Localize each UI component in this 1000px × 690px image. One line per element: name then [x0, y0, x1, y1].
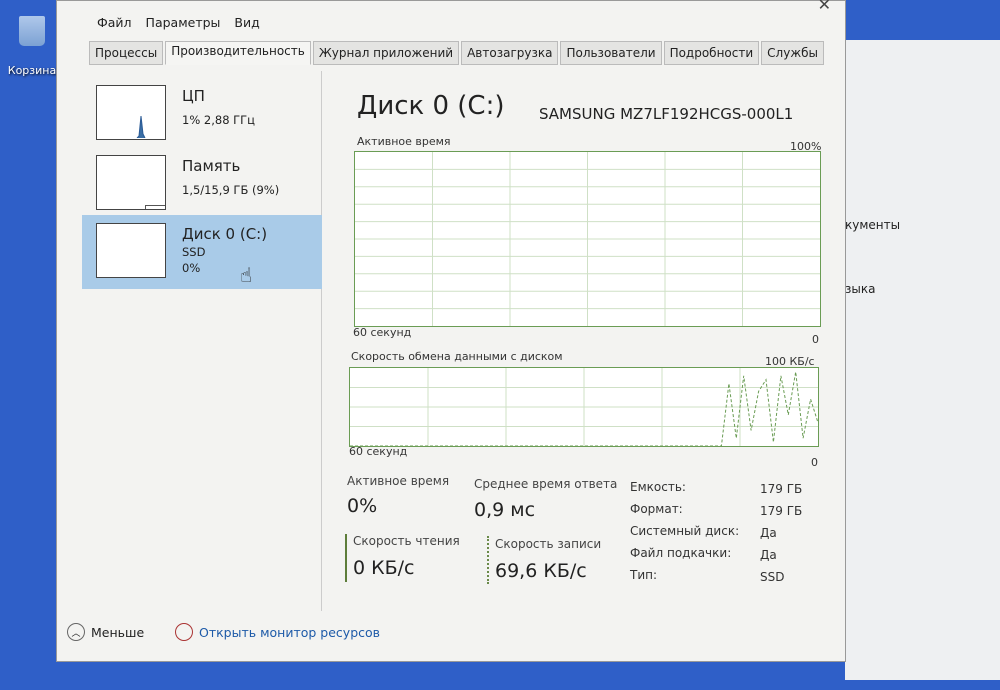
memory-value: 1,5/15,9 ГБ (9%)	[182, 183, 280, 197]
background-window: кументы зыка	[845, 40, 1000, 680]
graph2-label: Скорость обмена данными с диском	[351, 350, 563, 363]
prop-value: 179 ГБ	[760, 482, 803, 496]
chevron-up-icon: ︿	[67, 623, 85, 641]
graph1-label: Активное время	[357, 135, 451, 148]
read-speed-label: Скорость чтения	[353, 534, 460, 548]
disk-model: SAMSUNG MZ7LF192HCGS-000L1	[539, 105, 794, 123]
prop-value: Да	[760, 526, 777, 540]
disk-value: 0%	[182, 261, 201, 275]
menu-bar: Файл Параметры Вид	[97, 15, 260, 30]
write-speed-label: Скорость записи	[495, 537, 602, 551]
disk-type: SSD	[182, 245, 206, 259]
graph2-time: 60 секунд	[349, 445, 408, 458]
tab-performance[interactable]: Производительность	[165, 41, 311, 65]
fewer-details-label: Меньше	[91, 624, 145, 640]
response-time-label: Среднее время ответа	[474, 477, 618, 491]
response-time-value: 0,9 мс	[474, 499, 536, 521]
prop-value: 179 ГБ	[760, 504, 803, 518]
tab-users[interactable]: Пользователи	[560, 41, 662, 65]
bg-text: кументы	[845, 218, 901, 232]
resource-monitor-link[interactable]: Открыть монитор ресурсов	[175, 623, 380, 641]
prop-key: Файл подкачки:	[630, 546, 732, 560]
read-speed-value: 0 КБ/с	[353, 557, 415, 579]
disk-thumbnail-graph	[96, 223, 166, 278]
prop-key: Тип:	[630, 568, 658, 582]
recycle-bin-label: Корзина	[7, 64, 57, 77]
tab-services[interactable]: Службы	[761, 41, 825, 65]
menu-view[interactable]: Вид	[234, 15, 259, 30]
write-legend-line	[487, 536, 489, 584]
prop-value: Да	[760, 548, 777, 562]
tab-bar: Процессы Производительность Журнал прило…	[89, 41, 826, 65]
menu-file[interactable]: Файл	[97, 15, 132, 30]
active-time-value: 0%	[347, 495, 378, 517]
cpu-thumbnail-graph	[96, 85, 166, 140]
bg-text: зыка	[845, 282, 876, 296]
write-speed-value: 69,6 КБ/с	[495, 560, 587, 582]
graph1-time: 60 секунд	[353, 326, 412, 339]
tab-startup[interactable]: Автозагрузка	[461, 41, 559, 65]
recycle-bin[interactable]: Корзина	[4, 10, 60, 77]
close-icon[interactable]: ✕	[818, 0, 831, 14]
prop-key: Системный диск:	[630, 524, 740, 538]
graph1-min: 0	[812, 333, 819, 346]
resource-monitor-label: Открыть монитор ресурсов	[199, 624, 381, 640]
hand-cursor-icon: ☝	[240, 263, 253, 287]
active-time-label: Активное время	[347, 474, 450, 488]
cpu-value: 1% 2,88 ГГц	[182, 113, 256, 127]
tab-app-history[interactable]: Журнал приложений	[312, 41, 460, 65]
fewer-details-button[interactable]: ︿ Меньше	[67, 623, 144, 641]
menu-options[interactable]: Параметры	[146, 15, 221, 30]
resource-list: ЦП 1% 2,88 ГГц Память 1,5/15,9 ГБ (9%) Д…	[82, 71, 322, 611]
memory-thumbnail-graph	[96, 155, 166, 210]
disk-label: Диск 0 (C:)	[182, 225, 268, 243]
sidebar-item-memory[interactable]: Память 1,5/15,9 ГБ (9%)	[82, 147, 322, 221]
tab-processes[interactable]: Процессы	[89, 41, 164, 65]
transfer-rate-graph	[349, 367, 819, 447]
read-legend-line	[345, 534, 347, 582]
sidebar-item-disk0[interactable]: Диск 0 (C:) SSD 0% ☝	[82, 215, 322, 289]
task-manager-window: ✕ Файл Параметры Вид Процессы Производит…	[56, 0, 846, 662]
active-time-graph	[354, 151, 821, 327]
cpu-label: ЦП	[182, 87, 205, 105]
prop-key: Формат:	[630, 502, 683, 516]
graph2-min: 0	[811, 456, 818, 469]
memory-label: Память	[182, 157, 241, 175]
sidebar-item-cpu[interactable]: ЦП 1% 2,88 ГГц	[82, 77, 322, 151]
tab-details[interactable]: Подробности	[663, 41, 760, 65]
page-title: Диск 0 (C:)	[357, 91, 505, 121]
prop-value: SSD	[760, 570, 785, 584]
resource-monitor-icon	[175, 623, 193, 641]
recycle-bin-icon	[19, 16, 45, 46]
prop-key: Емкость:	[630, 480, 686, 494]
